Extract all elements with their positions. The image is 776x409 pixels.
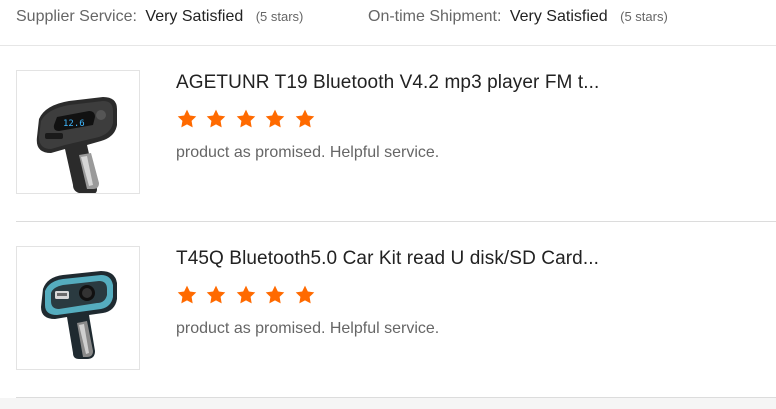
star-icon [264,284,286,306]
star-icon [294,284,316,306]
star-rating [176,284,319,308]
supplier-service-rating: Supplier Service: Very Satisfied (5 star… [16,8,303,26]
star-icon [264,108,286,130]
ratings-summary-bar: Supplier Service: Very Satisfied (5 star… [0,0,776,46]
product-title[interactable]: AGETUNR T19 Bluetooth V4.2 mp3 player FM… [176,72,599,94]
product-thumbnail[interactable] [16,246,140,370]
review-comment: product as promised. Helpful service. [176,320,440,337]
supplier-service-label: Supplier Service: [16,8,137,25]
on-time-shipment-rating: On-time Shipment: Very Satisfied (5 star… [368,8,668,26]
review-item: 12.6 AGETUNR T19 Bluetooth V4.2 mp3 play… [16,46,776,222]
star-rating [176,108,319,132]
svg-text:12.6: 12.6 [63,119,85,129]
product-title[interactable]: T45Q Bluetooth5.0 Car Kit read U disk/SD… [176,248,599,270]
car-fm-transmitter-icon: 12.6 [36,97,117,193]
star-icon [235,284,257,306]
review-comment: product as promised. Helpful service. [176,144,440,161]
on-time-shipment-value: Very Satisfied [509,8,608,25]
on-time-shipment-stars: (5 stars) [620,9,668,24]
car-kit-bluetooth-icon [41,271,117,359]
review-item: T45Q Bluetooth5.0 Car Kit read U disk/SD… [16,222,776,398]
star-icon [176,108,198,130]
product-thumbnail[interactable]: 12.6 [16,70,140,194]
star-icon [205,284,227,306]
star-icon [205,108,227,130]
star-icon [294,108,316,130]
supplier-service-value: Very Satisfied [145,8,244,25]
bottom-divider [0,398,776,409]
supplier-service-stars: (5 stars) [255,9,304,24]
star-icon [176,284,198,306]
star-icon [235,108,257,130]
on-time-shipment-label: On-time Shipment: [368,8,502,25]
